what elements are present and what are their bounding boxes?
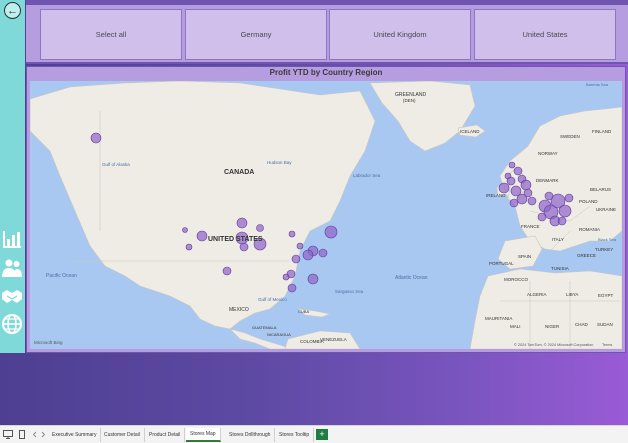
slicer-select-all-button[interactable]: Select all <box>40 9 182 60</box>
label-france: FRANCE <box>521 224 540 229</box>
label-turkey: TURKEY <box>595 247 613 252</box>
label-united-states: UNITED STATES <box>208 236 263 243</box>
label-atlantic-ocean: Atlantic Ocean <box>395 275 428 281</box>
label-barents-sea: Barents Sea <box>586 82 609 87</box>
label-libya: LIBYA <box>566 292 578 297</box>
label-ukraine: UKRAINE <box>596 207 616 212</box>
label-guatemala: GUATEMALA <box>252 325 277 330</box>
world-map[interactable]: CANADA UNITED STATES MEXICO GREENLAND (D… <box>30 81 622 349</box>
label-tunisia: TUNISIA <box>551 266 569 271</box>
tab-product-detail[interactable]: Product Detail <box>145 428 186 442</box>
label-italy: ITALY <box>552 237 564 242</box>
label-algeria: ALGERIA <box>527 292 547 297</box>
label-greece: GREECE <box>577 253 596 258</box>
label-nicaragua: NICARAGUA <box>267 332 291 337</box>
label-canada: CANADA <box>224 169 254 176</box>
label-poland: POLAND <box>579 199 598 204</box>
label-belarus: BELARUS <box>590 187 611 192</box>
label-iceland: ICELAND <box>460 129 480 134</box>
label-chad: CHAD <box>575 322 589 327</box>
label-denmark: DENMARK <box>536 178 559 183</box>
label-hudson-bay: Hudson Bay <box>267 160 292 165</box>
label-labrador-sea: Labrador Sea <box>353 173 381 178</box>
label-finland: FINLAND <box>592 129 612 134</box>
label-greenland-den: (DEN) <box>403 98 416 103</box>
label-norway: NORWAY <box>538 151 558 156</box>
globe-icon[interactable] <box>1 313 23 335</box>
label-venezuela: VENEZUELA <box>320 337 347 342</box>
chevron-right-icon[interactable] <box>38 430 48 439</box>
country-slicer: Select all Germany United Kingdom United… <box>26 0 628 64</box>
tab-executive-summary[interactable]: Executive Summary <box>48 428 102 442</box>
label-black-sea: Black Sea <box>598 237 617 242</box>
add-page-button[interactable]: + <box>316 429 328 440</box>
label-spain: SPAIN <box>518 254 531 259</box>
handshake-icon[interactable] <box>1 285 23 307</box>
label-pacific-ocean: Pacific Ocean <box>46 273 77 279</box>
slicer-united-states-button[interactable]: United States <box>474 9 616 60</box>
label-portugal: PORTUGAL <box>489 261 514 266</box>
slicer-united-kingdom-button[interactable]: United Kingdom <box>329 9 471 60</box>
label-gulf-alaska: Gulf of Alaska <box>102 162 130 167</box>
label-romania: ROMANIA <box>579 227 600 232</box>
profit-map-visual: Profit YTD by Country Region CANADA UNIT… <box>26 66 626 353</box>
tab-stores-map[interactable]: Stores Map <box>186 428 221 442</box>
label-sargasso-sea: Sargasso Sea <box>335 289 364 294</box>
tab-stores-tooltip[interactable]: Stores Tooltip <box>275 428 315 442</box>
left-nav-rail: ← <box>0 0 25 353</box>
back-arrow-icon[interactable]: ← <box>4 2 21 19</box>
label-mexico: MEXICO <box>229 307 249 313</box>
label-sudan: SUDAN <box>597 322 613 327</box>
bar-chart-icon[interactable] <box>1 228 23 250</box>
label-sweden: SWEDEN <box>560 134 580 139</box>
label-morocco: MOROCCO <box>504 277 528 282</box>
mobile-view-icon[interactable] <box>17 430 27 439</box>
map-canvas[interactable]: CANADA UNITED STATES MEXICO GREENLAND (D… <box>30 81 622 349</box>
page-tab-bar: Executive Summary Customer Detail Produc… <box>0 425 628 443</box>
label-gulf-mexico: Gulf of Mexico <box>258 297 287 302</box>
people-icon[interactable] <box>1 257 23 279</box>
label-egypt: EGYPT <box>598 293 614 298</box>
slicer-germany-button[interactable]: Germany <box>185 9 327 60</box>
bing-attribution[interactable]: Microsoft Bing <box>34 340 63 345</box>
label-cuba: CUBA <box>298 309 309 314</box>
label-mauritania: MAURITANIA <box>485 316 512 321</box>
map-terms-link[interactable]: Terms <box>602 343 612 347</box>
label-mali: MALI <box>510 324 521 329</box>
label-ireland: IRELAND <box>486 193 506 198</box>
tab-stores-drillthrough[interactable]: Stores Drillthrough <box>225 428 276 442</box>
tab-customer-detail[interactable]: Customer Detail <box>100 428 145 442</box>
desktop-view-icon[interactable] <box>3 430 13 439</box>
label-niger: NIGER <box>545 324 560 329</box>
map-title: Profit YTD by Country Region <box>269 68 383 77</box>
label-colombia: COLOMBIA <box>300 339 324 344</box>
map-copyright: © 2024 TomTom, © 2024 Microsoft Corporat… <box>514 343 593 347</box>
